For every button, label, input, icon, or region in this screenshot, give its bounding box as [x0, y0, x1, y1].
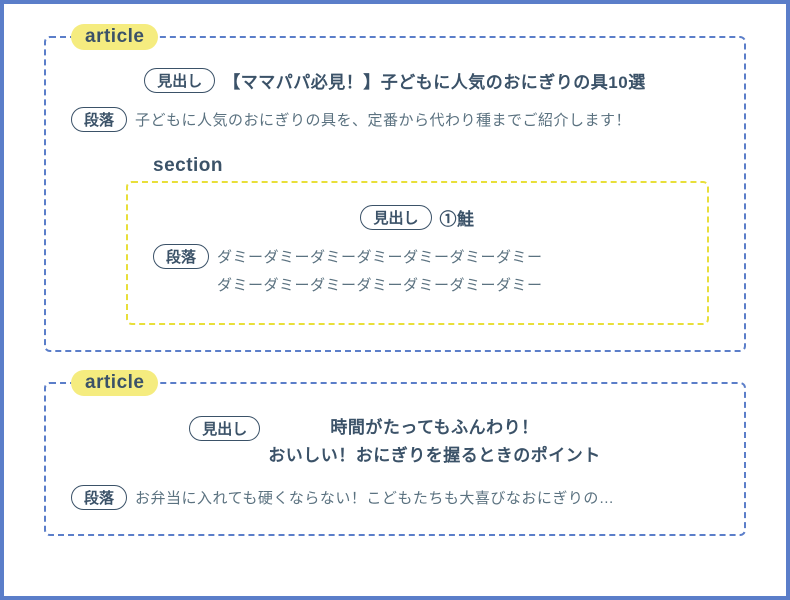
heading-pill: 見出し — [360, 205, 431, 230]
article-badge: article — [71, 370, 158, 396]
heading-pill: 見出し — [144, 68, 215, 93]
article-box-2: article 見出し 時間がたってもふんわり！ おいしい！おにぎりを握るときの… — [44, 382, 746, 536]
article-badge: article — [71, 24, 158, 50]
heading-row: 見出し 時間がたってもふんわり！ おいしい！おにぎりを握るときのポイント — [71, 414, 719, 472]
paragraph-pill: 段落 — [71, 107, 127, 132]
section1-paragraph: ダミーダミーダミーダミーダミーダミーダミー ダミーダミーダミーダミーダミーダミー… — [217, 244, 543, 301]
paragraph-row: 段落 子どもに人気のおにぎりの具を、定番から代わり種までご紹介します！ — [71, 107, 719, 136]
article2-heading-line2: おいしい！おにぎりを握るときのポイント — [268, 446, 601, 465]
article2-paragraph: お弁当に入れても硬くならない！こどもたちも大喜びなおにぎりの… — [135, 485, 614, 514]
paragraph-pill: 段落 — [71, 485, 127, 510]
heading-pill: 見出し — [189, 416, 260, 441]
article2-heading: 時間がたってもふんわり！ おいしい！おにぎりを握るときのポイント — [268, 414, 601, 472]
section1-para-line1: ダミーダミーダミーダミーダミーダミーダミー — [217, 244, 543, 273]
section-label: section — [153, 155, 223, 177]
heading-row: 見出し 【ママパパ必見！】子どもに人気のおにぎりの具10選 — [71, 68, 719, 93]
paragraph-row: 段落 お弁当に入れても硬くならない！こどもたちも大喜びなおにぎりの… — [71, 485, 719, 514]
section-paragraph-row: 段落 ダミーダミーダミーダミーダミーダミーダミー ダミーダミーダミーダミーダミー… — [153, 244, 682, 301]
diagram-frame: article 見出し 【ママパパ必見！】子どもに人気のおにぎりの具10選 段落… — [0, 0, 790, 600]
article1-heading: 【ママパパ必見！】子どもに人気のおにぎりの具10選 — [223, 68, 645, 93]
section-heading-row: 見出し ①鮭 — [153, 205, 682, 230]
article-box-1: article 見出し 【ママパパ必見！】子どもに人気のおにぎりの具10選 段落… — [44, 36, 746, 352]
section1-para-line2: ダミーダミーダミーダミーダミーダミーダミー — [217, 272, 543, 301]
article2-heading-line1: 時間がたってもふんわり！ — [330, 418, 538, 437]
section-box-1: section 見出し ①鮭 段落 ダミーダミーダミーダミーダミーダミーダミー … — [126, 181, 709, 325]
paragraph-pill: 段落 — [153, 244, 209, 269]
section1-heading: ①鮭 — [440, 205, 475, 230]
article1-paragraph: 子どもに人気のおにぎりの具を、定番から代わり種までご紹介します！ — [135, 107, 631, 136]
